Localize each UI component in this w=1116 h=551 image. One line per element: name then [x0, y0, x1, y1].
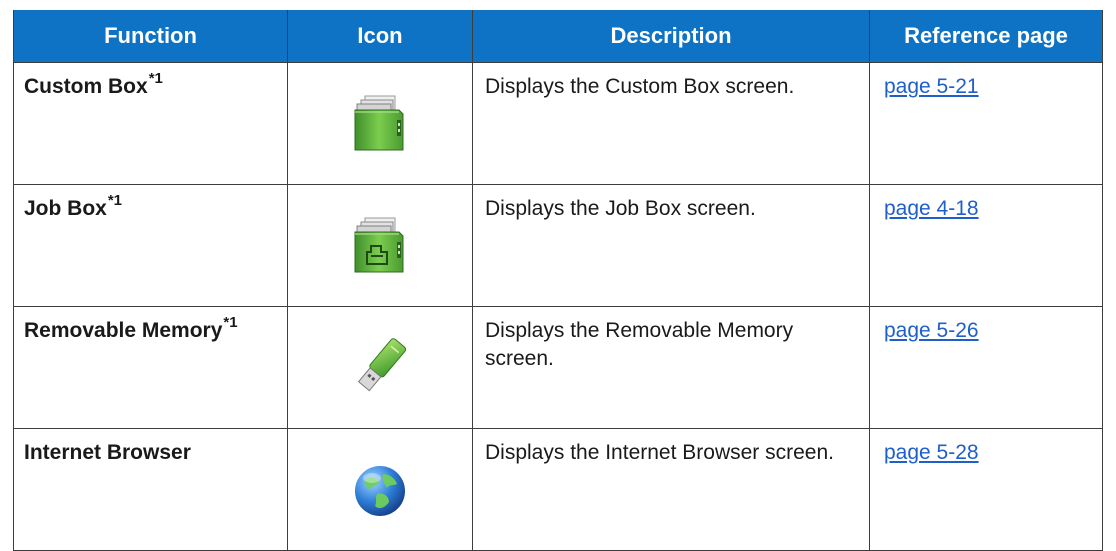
- reference-cell: page 5-28: [869, 428, 1103, 551]
- footnote-marker: *1: [223, 314, 238, 331]
- description-cell: Displays the Custom Box screen.: [472, 62, 870, 185]
- table-row: Internet Browser Displays the Internet B…: [13, 428, 1103, 551]
- reference-cell: page 4-18: [869, 184, 1103, 307]
- table-row: Custom Box*1 Displays the Custom Box scr…: [13, 62, 1103, 185]
- table-row: Removable Memory*1 Displays the Removabl…: [13, 306, 1103, 429]
- reference-cell: page 5-26: [869, 306, 1103, 429]
- table-header-row: Function Icon Description Reference page: [13, 10, 1103, 63]
- description-cell: Displays the Job Box screen.: [472, 184, 870, 307]
- usb-memory-icon: [347, 334, 413, 400]
- function-cell: Job Box*1: [13, 184, 288, 307]
- icon-cell: [287, 184, 473, 307]
- header-function: Function: [13, 10, 288, 63]
- job-box-icon: [347, 212, 413, 278]
- function-name: Custom Box: [24, 75, 148, 98]
- icon-cell: [287, 306, 473, 429]
- icon-cell: [287, 62, 473, 185]
- footnote-marker: *1: [148, 70, 163, 87]
- reference-link[interactable]: page 5-21: [884, 75, 979, 98]
- header-icon: Icon: [287, 10, 473, 63]
- footnote-marker: *1: [107, 192, 123, 209]
- reference-link[interactable]: page 5-26: [884, 319, 979, 342]
- table-row: Job Box*1 Displays the Job Box screen. p…: [13, 184, 1103, 307]
- description-cell: Displays the Internet Browser screen.: [472, 428, 870, 551]
- page: Function Icon Description Reference page…: [0, 0, 1116, 551]
- custom-box-icon: [347, 90, 413, 156]
- globe-icon: [347, 456, 413, 522]
- reference-link[interactable]: page 5-28: [884, 441, 979, 464]
- description-cell: Displays the Removable Memory screen.: [472, 306, 870, 429]
- reference-cell: page 5-21: [869, 62, 1103, 185]
- function-cell: Internet Browser: [13, 428, 288, 551]
- header-reference-page: Reference page: [869, 10, 1103, 63]
- header-description: Description: [472, 10, 870, 63]
- reference-link[interactable]: page 4-18: [884, 197, 979, 220]
- function-name: Internet Browser: [24, 441, 191, 464]
- icon-cell: [287, 428, 473, 551]
- function-cell: Removable Memory*1: [13, 306, 288, 429]
- function-name: Job Box: [24, 197, 107, 220]
- function-name: Removable Memory: [24, 319, 223, 342]
- function-reference-table: Function Icon Description Reference page…: [13, 10, 1103, 551]
- function-cell: Custom Box*1: [13, 62, 288, 185]
